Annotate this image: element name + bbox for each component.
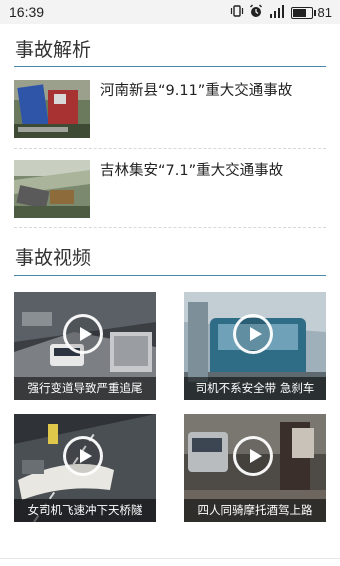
- section-title-accident-videos: 事故视频: [15, 247, 92, 269]
- list-divider: [14, 227, 326, 228]
- alarm-icon: [249, 4, 263, 21]
- article-title: 河南新县“9.11”重大交通事故: [100, 83, 293, 99]
- status-bar: 16:39 81: [0, 0, 340, 24]
- page: 事故解析 河南新县“9.11”重大交通事故 吉林集安“7.1”重大交通事故 事故…: [0, 24, 340, 566]
- video-card[interactable]: 强行变道导致严重追尾: [14, 292, 156, 400]
- section-divider: [14, 275, 326, 276]
- video-caption: 四人同骑摩托酒驾上路: [184, 499, 326, 522]
- video-card[interactable]: 司机不系安全带 急刹车: [184, 292, 326, 400]
- status-icons: 81: [230, 4, 332, 21]
- battery-percent: 81: [317, 5, 332, 20]
- article-thumbnail: [14, 80, 90, 138]
- battery-icon: [290, 6, 316, 19]
- bottom-divider: [0, 558, 340, 559]
- signal-icon: [268, 4, 286, 21]
- section-divider: [14, 66, 326, 67]
- video-caption: 司机不系安全带 急刹车: [184, 377, 326, 400]
- video-caption: 强行变道导致严重追尾: [14, 377, 156, 400]
- list-divider: [14, 148, 326, 149]
- video-caption: 女司机飞速冲下天桥隧: [14, 499, 156, 522]
- status-time: 16:39: [9, 4, 45, 20]
- vibrate-icon: [230, 4, 244, 21]
- play-icon[interactable]: [63, 436, 103, 476]
- article-thumbnail: [14, 160, 90, 218]
- article-title: 吉林集安“7.1”重大交通事故: [100, 163, 284, 179]
- play-icon[interactable]: [63, 314, 103, 354]
- video-card[interactable]: 女司机飞速冲下天桥隧: [14, 414, 156, 522]
- article-item[interactable]: 河南新县“9.11”重大交通事故: [14, 80, 326, 138]
- play-icon[interactable]: [233, 314, 273, 354]
- video-card[interactable]: 四人同骑摩托酒驾上路: [184, 414, 326, 522]
- article-item[interactable]: 吉林集安“7.1”重大交通事故: [14, 160, 326, 218]
- section-title-accident-analysis: 事故解析: [15, 39, 92, 61]
- play-icon[interactable]: [233, 436, 273, 476]
